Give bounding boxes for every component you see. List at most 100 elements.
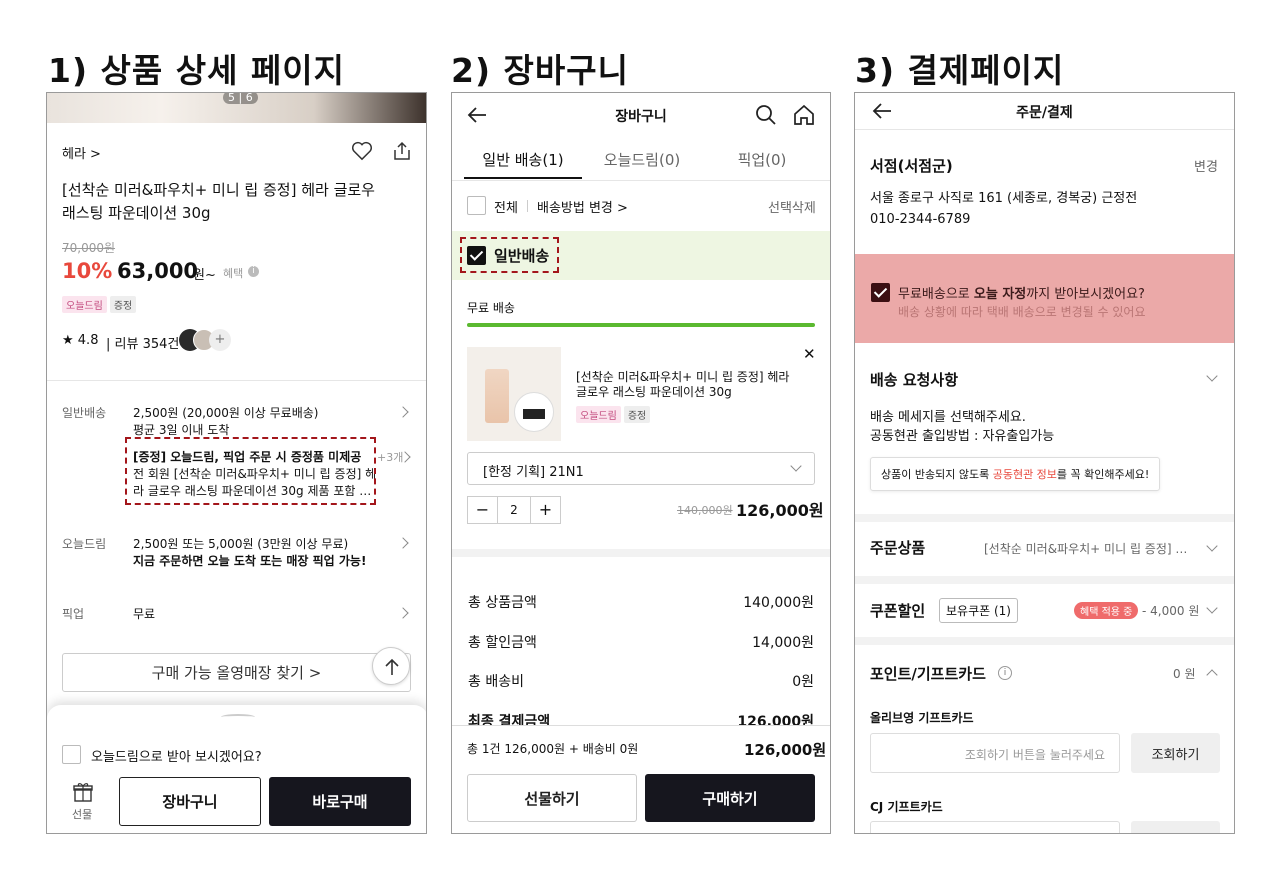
today-delivery-question: 오늘드림으로 받아 보시겠어요? <box>91 750 262 765</box>
today-cost: 2,500원 또는 5,000원 (3만원 이상 무료) <box>133 537 349 551</box>
today-delivery-note: 배송 상황에 따라 택배 배송으로 변경될 수 있어요 <box>898 305 1146 319</box>
cj-giftcard-label: CJ 기프트카드 <box>870 800 943 814</box>
select-all-checkbox[interactable] <box>467 196 486 215</box>
item-original-price: 140,000원 <box>677 504 733 517</box>
coupon-title: 쿠폰할인 <box>870 602 926 620</box>
gift-button[interactable]: 선물하기 <box>467 774 637 822</box>
giftcard-lookup-button[interactable]: 조회하기 <box>1131 733 1220 773</box>
item-tags: 오늘드림 증정 <box>576 404 653 423</box>
discount-rate: 10% <box>62 259 113 283</box>
delivery-request-title: 배송 요청사항 <box>870 371 959 389</box>
chevron-right-icon[interactable] <box>397 607 409 619</box>
chevron-up-icon[interactable] <box>1206 669 1218 681</box>
sheet-handle[interactable] <box>221 714 255 720</box>
today-promo: 지금 주문하면 오늘 도착 또는 매장 픽업 가능! <box>133 554 367 568</box>
recipient-name: 서점(서점군) <box>870 157 953 175</box>
delete-selected-button[interactable]: 선택삭제 <box>768 197 816 216</box>
tag-today: 오늘드림 <box>576 406 621 423</box>
change-shipping-link[interactable]: 배송방법 변경 > <box>537 197 628 216</box>
increase-button[interactable]: + <box>530 497 560 523</box>
info-icon[interactable]: i <box>248 266 259 277</box>
today-label: 오늘드림 <box>62 537 107 551</box>
share-icon[interactable] <box>393 141 411 161</box>
option-select[interactable]: [한정 기획] 21N1 <box>467 452 815 485</box>
gift-button[interactable]: 선물 <box>61 781 105 823</box>
tab-today[interactable]: 오늘드림(0) <box>583 149 701 170</box>
item-thumbnail[interactable] <box>467 347 561 441</box>
arrow-up-icon <box>385 658 399 675</box>
summary-row: 총 상품금액 140,000원 <box>468 595 814 611</box>
checkout-screen: 주문/결제 서점(서점군) 변경 서울 종로구 사직로 161 (세종로, 경복… <box>854 92 1235 834</box>
summary-row: 총 배송비 0원 <box>468 674 814 690</box>
item-title-line2[interactable]: 글로우 래스팅 파운데이션 30g <box>576 383 732 400</box>
chevron-down-icon[interactable] <box>1206 370 1218 382</box>
item-price: 126,000원 <box>736 501 824 520</box>
points-title: 포인트/기프트카드 <box>870 665 986 683</box>
checkout-button[interactable]: 구매하기 <box>645 774 815 822</box>
search-icon[interactable] <box>755 104 777 126</box>
order-items-title: 주문상품 <box>870 539 926 557</box>
tab-pickup[interactable]: 픽업(0) <box>703 149 821 170</box>
gift-icon <box>73 783 93 802</box>
home-icon[interactable] <box>793 104 815 126</box>
rating: ★ 4.8 <box>62 333 99 348</box>
shipping-label: 일반배송 <box>62 406 107 420</box>
coupon-chip[interactable]: 보유쿠폰 (1) <box>939 598 1018 623</box>
summary-row: 총 할인금액 14,000원 <box>468 635 814 651</box>
heart-icon[interactable] <box>351 141 373 161</box>
product-title-line1: [선착순 미러&파우치+ 미니 립 증정] 헤라 글로우 <box>62 181 375 199</box>
benefit-applied-badge: 혜택 적용 중 <box>1074 602 1139 619</box>
today-delivery-question: 무료배송으로 오늘 자정까지 받아보시겠어요? <box>898 287 1145 302</box>
pickup-label: 픽업 <box>62 607 85 621</box>
coupon-discount: - 4,000 원 <box>1142 604 1200 618</box>
product-detail-screen: 5 | 6 헤라 > [선착순 미러&파우치+ 미니 립 증정] 헤라 글로우 … <box>46 92 427 834</box>
scroll-top-button[interactable] <box>372 647 410 685</box>
shipping-eta: 평균 3일 이내 도착 <box>133 423 230 437</box>
benefit-label[interactable]: 혜택 <box>223 265 243 281</box>
gift-button-label: 선물 <box>72 808 93 821</box>
quantity-stepper[interactable]: − 2 + <box>467 496 561 524</box>
today-delivery-checkbox[interactable] <box>62 745 81 764</box>
chevron-down-icon <box>790 460 802 472</box>
info-icon[interactable]: i <box>998 666 1012 680</box>
entrance-notice: 상품이 반송되지 않도록 공동현관 정보를 꼭 확인해주세요! <box>870 457 1161 491</box>
find-store-button[interactable]: 구매 가능 올영매장 찾기 > <box>62 653 411 692</box>
change-address-button[interactable]: 변경 <box>1194 156 1218 175</box>
add-to-cart-button[interactable]: 장바구니 <box>119 777 261 826</box>
delivery-message[interactable]: 배송 메세지를 선택해주세요. <box>870 406 1026 425</box>
tab-indicator <box>464 177 582 179</box>
remove-item-icon[interactable]: ✕ <box>803 345 816 363</box>
heading-cart: 2) 장바구니 <box>451 51 629 90</box>
original-price: 70,000원 <box>62 241 116 255</box>
cj-lookup-button[interactable] <box>1131 821 1220 833</box>
footer-total: 126,000원 <box>744 741 827 759</box>
giftcard-placeholder: 조회하기 버튼을 눌러주세요 <box>964 748 1105 762</box>
product-title-line2: 래스팅 파운데이션 30g <box>62 204 211 222</box>
chevron-right-icon[interactable] <box>397 537 409 549</box>
chevron-down-icon[interactable] <box>1206 602 1218 614</box>
image-counter: 5 | 6 <box>223 93 258 104</box>
free-shipping-label: 무료 배송 <box>467 301 515 315</box>
free-shipping-progress <box>467 323 815 327</box>
shipping-cost: 2,500원 (20,000원 이상 무료배송) <box>133 406 319 420</box>
quantity-value[interactable]: 2 <box>498 497 530 523</box>
cart-screen: 장바구니 일반 배송(1) 오늘드림(0) 픽업(0) 전체 배송방법 변경 >… <box>451 92 831 834</box>
entrance-method: 공동현관 출입방법 : 자유출입가능 <box>870 429 1055 444</box>
chevron-right-icon[interactable] <box>397 406 409 418</box>
more-avatars-icon[interactable]: + <box>209 329 231 351</box>
chevron-down-icon[interactable] <box>1206 540 1218 552</box>
buy-now-button[interactable]: 바로구매 <box>269 777 411 826</box>
order-items-summary: [선착순 미러&파우치+ 미니 립 증정] … <box>984 542 1188 556</box>
heading-checkout: 3) 결제페이지 <box>855 51 1065 90</box>
decrease-button[interactable]: − <box>468 497 498 523</box>
giftcard-label: 올리브영 기프트카드 <box>870 711 974 725</box>
points-value: 0 원 <box>1173 667 1196 681</box>
pickup-cost: 무료 <box>133 607 156 621</box>
cj-giftcard-input[interactable] <box>870 821 1120 833</box>
today-delivery-checkbox[interactable] <box>871 283 890 302</box>
tag-gift: 증정 <box>109 296 137 313</box>
review-count[interactable]: | 리뷰 354건 <box>106 333 179 352</box>
tab-standard[interactable]: 일반 배송(1) <box>464 149 582 170</box>
brand-link[interactable]: 헤라 > <box>62 143 101 162</box>
giftcard-input[interactable]: 조회하기 버튼을 눌러주세요 <box>870 733 1120 773</box>
